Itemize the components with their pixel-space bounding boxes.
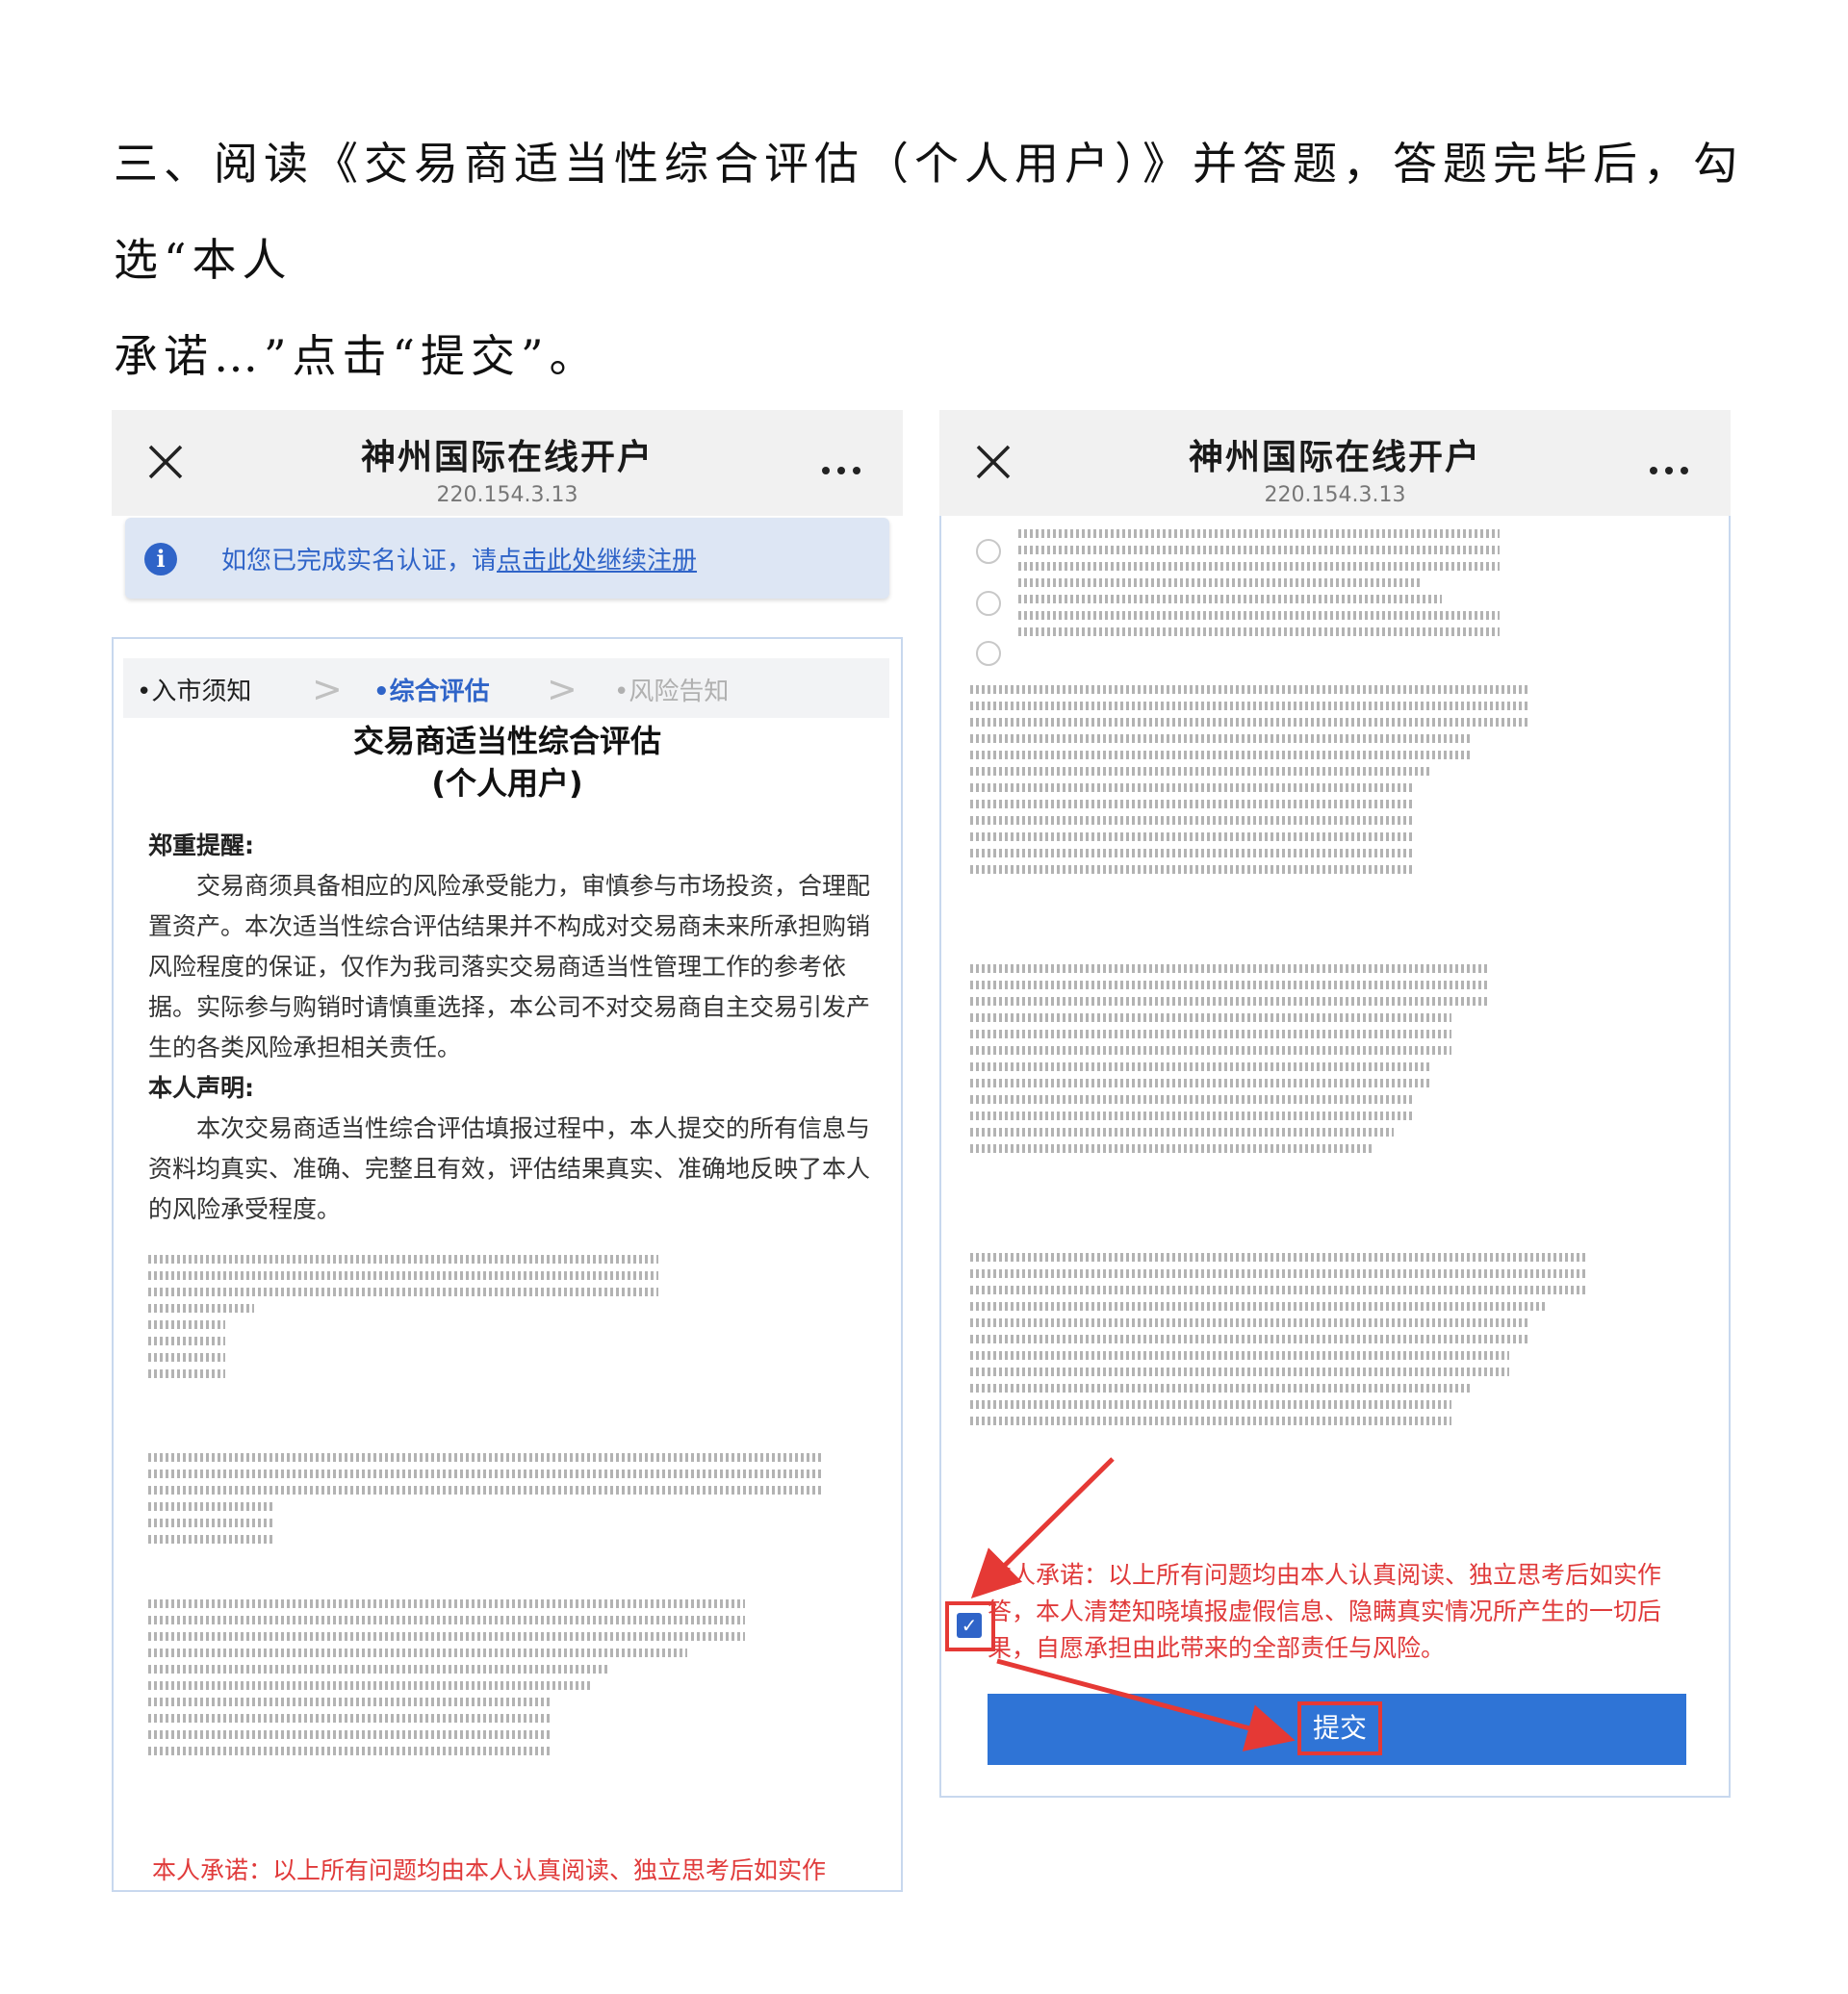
screenshot-right: 神州国际在线开户 220.154.3.13 ✓ 本人承诺：以上所有问题均由本人认… — [939, 410, 1731, 1902]
form-title: 交易商适当性综合评估 (个人用户) — [352, 723, 661, 802]
step-risk-disclosure[interactable]: •风险告知 — [614, 672, 729, 707]
registration-notice: i 如您已完成实名认证，请点击此处继续注册 — [125, 518, 889, 599]
reminder-heading: 郑重提醒: — [148, 831, 254, 859]
more-icon[interactable] — [822, 460, 868, 474]
notice-text: 如您已完成实名认证，请 — [221, 547, 498, 575]
reminder-section: 郑重提醒: 交易商须具备相应的风险承受能力，审慎参与市场投资，合理配置资产。本次… — [148, 826, 870, 1230]
app-title: 神州国际在线开户 — [360, 438, 654, 477]
instruction-line-2: 承诺…”点击“提交”。 — [114, 330, 600, 382]
redacted-question-1 — [148, 1255, 658, 1386]
redacted-question-2 — [148, 1453, 822, 1551]
assessment-form: •入市须知 > •综合评估 > •风险告知 交易商适当性综合评估 (个人用户) … — [112, 637, 903, 1892]
arrow-to-submit — [996, 1658, 1296, 1751]
pledge-text-partial: 本人承诺：以上所有问题均由本人认真阅读、独立思考后如实作 — [152, 1856, 827, 1884]
step-assessment[interactable]: •综合评估 — [373, 672, 490, 707]
redacted-question-3 — [148, 1599, 745, 1763]
reminder-body: 交易商须具备相应的风险承受能力，审慎参与市场投资，合理配置资产。本次适当性综合评… — [148, 872, 871, 1061]
statement-body: 本次交易商适当性综合评估填报过程中，本人提交的所有信息与资料均真实、准确、完整且… — [148, 1114, 871, 1223]
chevron-right-icon: > — [312, 668, 343, 710]
info-icon: i — [144, 543, 177, 575]
arrow-to-checkbox — [970, 1457, 1115, 1599]
instruction-text: 三、阅读《交易商适当性综合评估（个人用户）》并答题，答题完毕后，勾选“本人 承诺… — [114, 115, 1750, 404]
screenshot-left: 神州国际在线开户 220.154.3.13 i 如您已完成实名认证，请点击此处继… — [112, 410, 903, 1894]
continue-register-link[interactable]: 点击此处继续注册 — [497, 547, 697, 575]
step-indicator: •入市须知 > •综合评估 > •风险告知 — [123, 658, 889, 718]
instruction-line-1: 三、阅读《交易商适当性综合评估（个人用户）》并答题，答题完毕后，勾选“本人 — [114, 138, 1743, 286]
chevron-right-icon: > — [547, 668, 578, 710]
app-url: 220.154.3.13 — [436, 483, 578, 507]
step-market-entry[interactable]: •入市须知 — [137, 672, 251, 707]
annotation-arrows — [970, 1457, 1296, 1751]
nav-bar: 神州国际在线开户 220.154.3.13 — [112, 410, 903, 516]
statement-heading: 本人声明: — [148, 1074, 254, 1102]
